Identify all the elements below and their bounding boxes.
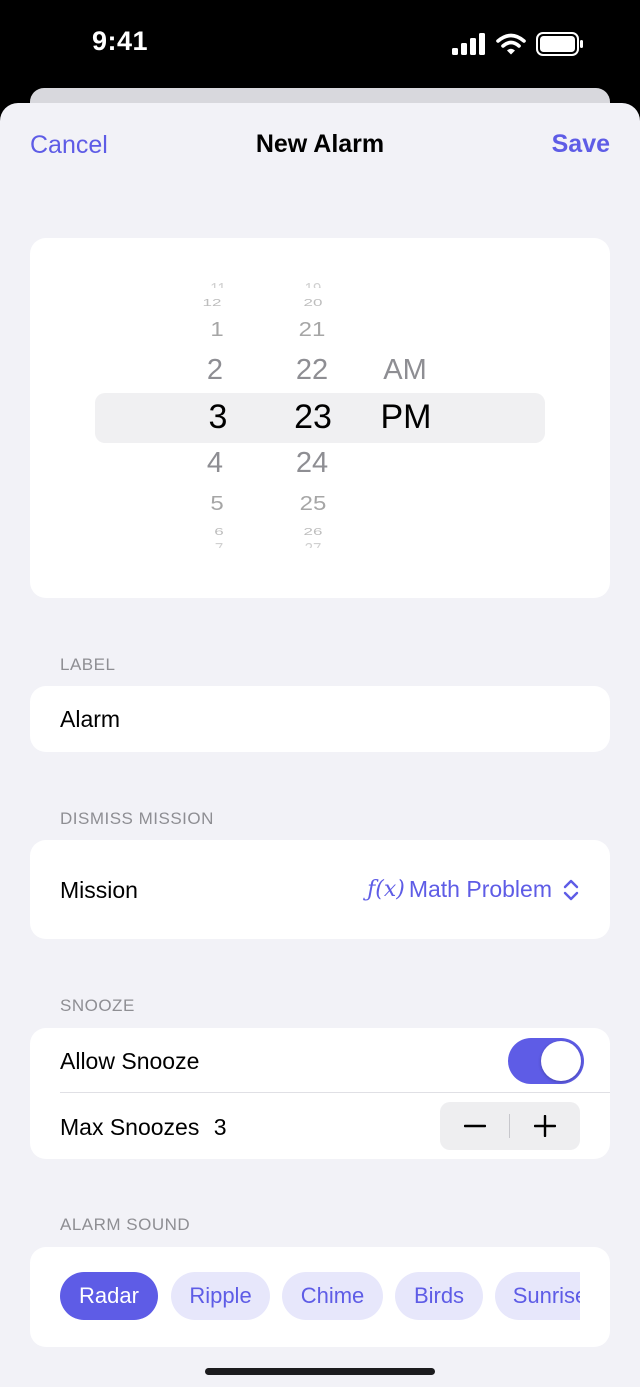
- label-section-header: LABEL: [60, 655, 116, 674]
- plus-icon: [534, 1115, 556, 1137]
- picker-hour-option[interactable]: 7: [215, 541, 223, 548]
- sound-option-ripple[interactable]: Ripple: [171, 1272, 270, 1320]
- label-row[interactable]: Alarm: [30, 686, 610, 752]
- sound-option-sunrise[interactable]: Sunrise: [495, 1272, 580, 1320]
- picker-period-selected[interactable]: PM: [381, 400, 432, 434]
- home-indicator: [205, 1368, 435, 1375]
- picker-hour-option[interactable]: 6: [214, 526, 223, 536]
- increment-button[interactable]: [510, 1102, 580, 1150]
- picker-hour-option[interactable]: 5: [210, 493, 223, 514]
- sound-section-header: ALARM SOUND: [60, 1215, 191, 1234]
- allow-snooze-toggle[interactable]: [508, 1038, 584, 1084]
- status-time: 9:41: [92, 26, 149, 56]
- status-icons: [452, 32, 584, 56]
- sound-card: Radar Ripple Chime Birds Sunrise: [30, 1247, 610, 1347]
- mission-section-header: DISMISS MISSION: [60, 809, 214, 828]
- function-icon: ƒ(x): [367, 877, 405, 902]
- chevron-up-down-icon: [563, 879, 579, 900]
- sound-option-radar[interactable]: Radar: [60, 1272, 158, 1320]
- max-snoozes-row: Max Snoozes 3: [60, 1114, 227, 1141]
- sound-option-chime[interactable]: Chime: [282, 1272, 383, 1320]
- mission-row-label: Mission: [60, 877, 138, 903]
- max-snoozes-value: 3: [213, 1114, 227, 1140]
- picker-minute-option[interactable]: 22: [296, 356, 328, 385]
- picker-hour-option[interactable]: 11: [210, 281, 226, 288]
- picker-minute-option[interactable]: 25: [300, 493, 327, 514]
- sound-options-scroller[interactable]: Radar Ripple Chime Birds Sunrise: [60, 1272, 580, 1322]
- row-divider: [60, 1092, 610, 1093]
- picker-period-am[interactable]: AM: [383, 356, 427, 385]
- snooze-card: Allow Snooze Max Snoozes 3: [30, 1028, 610, 1159]
- picker-hour-selected[interactable]: 3: [209, 400, 228, 434]
- picker-hour-option[interactable]: 4: [207, 449, 223, 478]
- picker-minute-option[interactable]: 19: [305, 281, 322, 288]
- allow-snooze-label: Allow Snooze: [60, 1048, 200, 1074]
- minus-icon: [464, 1124, 486, 1128]
- sound-option-birds[interactable]: Birds: [395, 1272, 483, 1320]
- alarm-label-input[interactable]: Alarm: [60, 706, 120, 733]
- mission-row[interactable]: Mission ƒ(x) Math Problem: [30, 840, 610, 939]
- status-bar: 9:41: [0, 0, 640, 90]
- picker-hour-option[interactable]: 12: [203, 297, 222, 307]
- wifi-icon: [496, 33, 526, 55]
- battery-icon: [536, 32, 583, 56]
- new-alarm-sheet: New Alarm Cancel Save 11 12 1 2 3 4 5 6 …: [0, 103, 640, 1387]
- cancel-button[interactable]: Cancel: [30, 131, 108, 160]
- max-snoozes-label: Max Snoozes: [60, 1114, 200, 1140]
- mission-picker[interactable]: ƒ(x) Math Problem: [367, 876, 580, 903]
- picker-hour-option[interactable]: 1: [210, 319, 223, 340]
- decrement-button[interactable]: [440, 1102, 510, 1150]
- save-button[interactable]: Save: [552, 130, 610, 159]
- max-snoozes-stepper[interactable]: [440, 1102, 580, 1150]
- picker-minute-selected[interactable]: 23: [294, 400, 332, 434]
- picker-minute-option[interactable]: 21: [299, 319, 326, 340]
- toggle-knob: [541, 1041, 581, 1081]
- picker-minute-option[interactable]: 26: [304, 526, 323, 536]
- picker-minute-option[interactable]: 27: [305, 541, 322, 548]
- cellular-signal-icon: [452, 33, 485, 55]
- time-picker[interactable]: 11 12 1 2 3 4 5 6 7 19 20 21 22 23 24 25…: [30, 238, 610, 598]
- mission-value: Math Problem: [408, 876, 552, 902]
- snooze-section-header: SNOOZE: [60, 996, 135, 1015]
- picker-minute-option[interactable]: 24: [296, 449, 328, 478]
- picker-minute-option[interactable]: 20: [304, 297, 323, 307]
- picker-hour-option[interactable]: 2: [207, 356, 223, 385]
